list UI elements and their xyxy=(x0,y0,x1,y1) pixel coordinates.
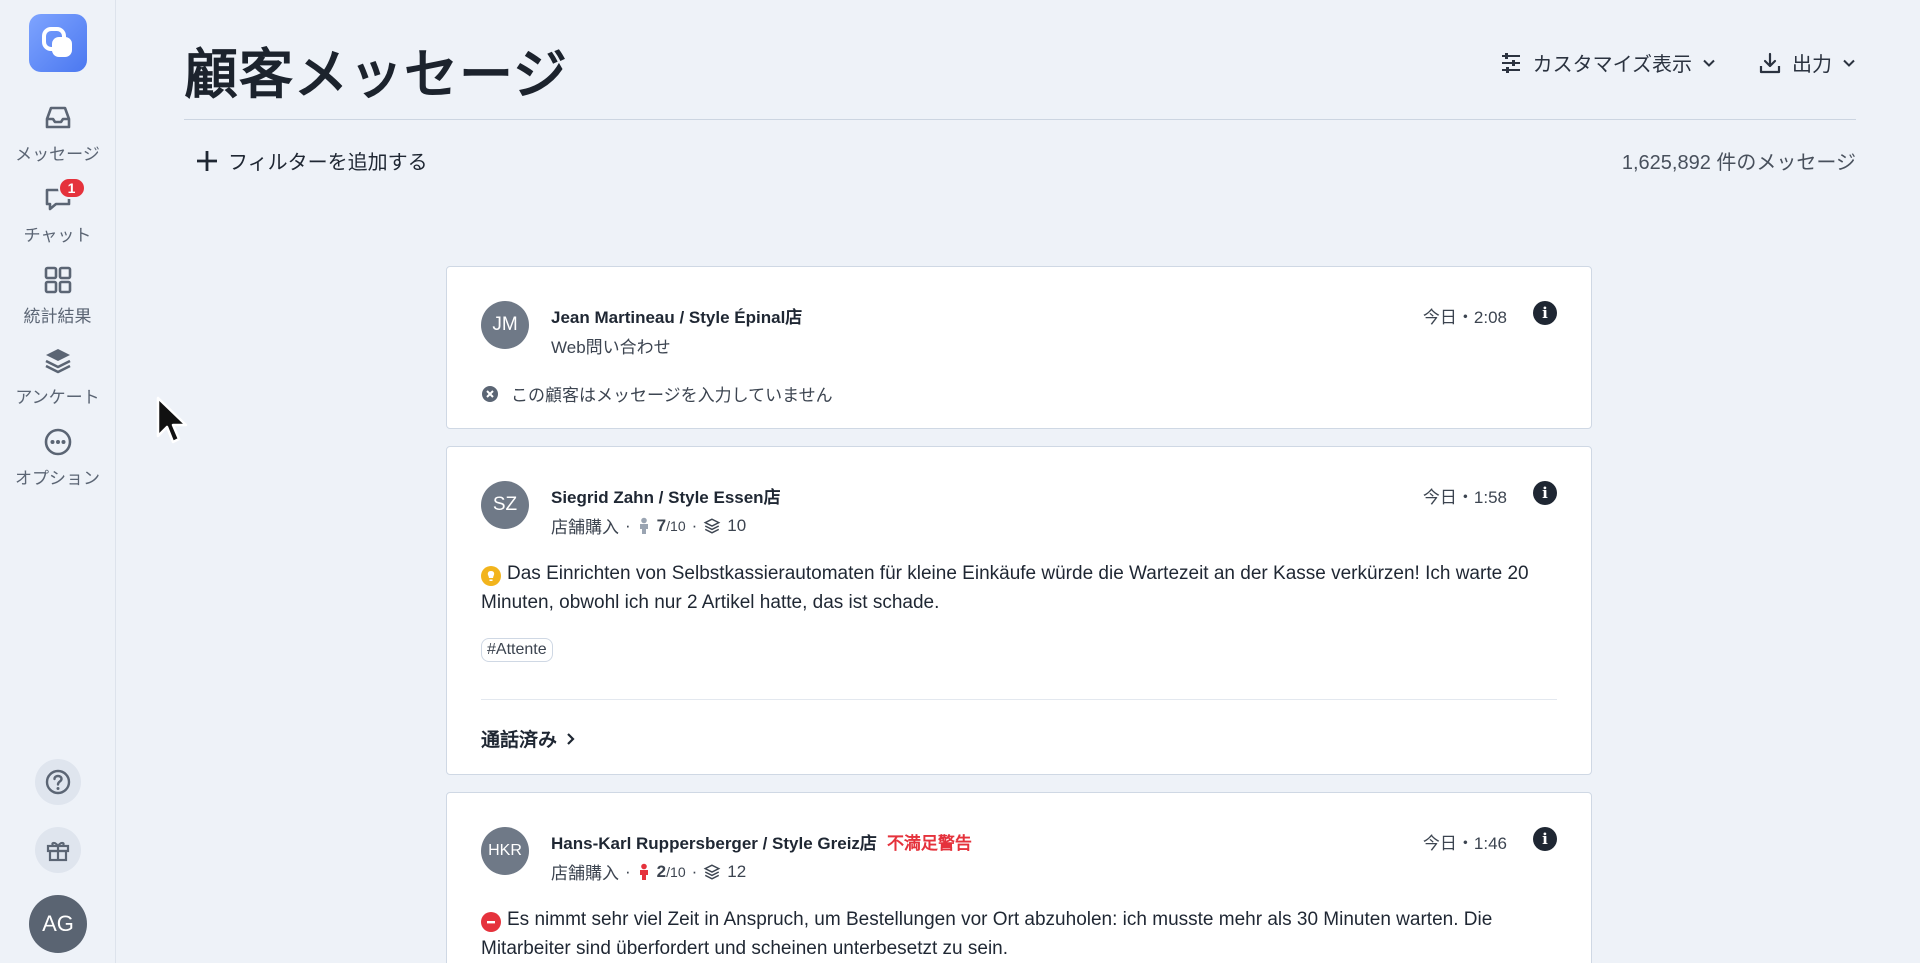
layers-icon xyxy=(703,517,721,534)
customize-view-label: カスタマイズ表示 xyxy=(1532,54,1692,76)
chevron-right-icon xyxy=(567,732,575,745)
customer-name: Jean Martineau / Style Épinal店 xyxy=(551,308,803,327)
customer-name: Hans-Karl Ruppersberger / Style Greiz店 xyxy=(551,834,877,853)
survey-count: 10 xyxy=(727,515,747,535)
sidebar-item-surveys[interactable]: アンケート xyxy=(0,335,116,416)
more-icon xyxy=(44,428,71,456)
message-body: Es nimmt sehr viel Zeit in Anspruch, um … xyxy=(481,905,1561,963)
channel-label: 店舗購入 · 7/10 · 10 xyxy=(551,513,746,538)
score-value: 7 xyxy=(656,515,667,535)
add-filter-button[interactable]: フィルターを追加する xyxy=(194,146,428,175)
customer-name-row: Hans-Karl Ruppersberger / Style Greiz店 不満… xyxy=(551,829,972,854)
person-icon xyxy=(639,863,648,880)
message-text: Das Einrichten von Selbstkassierautomate… xyxy=(481,563,1529,613)
sidebar-item-label: チャット xyxy=(23,226,92,245)
dissatisfaction-warning: 不満足警告 xyxy=(886,834,972,853)
customer-avatar: HKR xyxy=(481,827,529,875)
hashtag-chip[interactable]: #Attente xyxy=(481,638,553,662)
sidebar-item-messages[interactable]: メッセージ xyxy=(0,92,116,173)
customer-avatar: JM xyxy=(481,301,529,349)
close-circle-icon xyxy=(482,385,498,402)
sidebar-item-label: 統計結果 xyxy=(23,307,92,326)
user-avatar[interactable]: AG xyxy=(29,895,87,953)
message-card[interactable]: SZ Siegrid Zahn / Style Essen店 店舗購入 · 7/… xyxy=(446,446,1592,775)
help-button[interactable] xyxy=(35,759,81,805)
sidebar: メッセージ 1 チャット 統計結果 アンケート オプション AG xyxy=(0,0,116,963)
sidebar-item-label: アンケート xyxy=(15,388,100,407)
call-status-text: 通話済み xyxy=(481,730,558,751)
channel-text: 店舗購入 xyxy=(551,518,619,537)
message-time: 今日・1:58 xyxy=(1422,488,1507,507)
channel-text: 店舗購入 xyxy=(551,864,619,883)
message-time: 今日・2:08 xyxy=(1422,308,1507,327)
logo-icon xyxy=(41,27,72,57)
sidebar-item-label: メッセージ xyxy=(15,145,100,164)
message-time: 今日・1:46 xyxy=(1422,834,1507,853)
call-status-link[interactable]: 通話済み xyxy=(481,725,577,752)
export-button[interactable]: 出力 xyxy=(1758,48,1856,77)
message-text: Es nimmt sehr viel Zeit in Anspruch, um … xyxy=(481,909,1493,959)
plus-icon xyxy=(197,150,217,171)
info-icon[interactable]: i xyxy=(1533,481,1557,505)
chevron-down-icon xyxy=(1703,59,1715,67)
message-card[interactable]: HKR Hans-Karl Ruppersberger / Style Grei… xyxy=(446,792,1592,963)
customer-name: Siegrid Zahn / Style Essen店 xyxy=(551,488,781,507)
download-icon xyxy=(1759,52,1781,73)
add-filter-label: フィルターを追加する xyxy=(228,152,428,174)
info-icon[interactable]: i xyxy=(1533,301,1557,325)
customize-view-button[interactable]: カスタマイズ表示 xyxy=(1499,48,1716,77)
customer-avatar: SZ xyxy=(481,481,529,529)
layers-icon xyxy=(703,863,721,880)
layers-icon xyxy=(44,349,71,374)
notification-badge: 1 xyxy=(57,177,86,199)
sidebar-item-chat[interactable]: 1 チャット xyxy=(0,173,116,254)
minus-circle-icon xyxy=(481,912,501,932)
page-header: 顧客メッセージ カスタマイズ表示 出力 xyxy=(184,30,1856,120)
info-icon[interactable]: i xyxy=(1533,827,1557,851)
sidebar-item-label: オプション xyxy=(15,469,100,488)
message-body: Das Einrichten von Selbstkassierautomate… xyxy=(481,559,1561,617)
card-divider xyxy=(481,699,1557,700)
grid-icon xyxy=(44,266,71,294)
mouse-cursor-icon xyxy=(156,396,188,444)
score-max: /10 xyxy=(666,517,686,534)
sliders-icon xyxy=(1501,52,1520,73)
lightbulb-icon xyxy=(481,566,501,586)
no-message-notice: この顧客はメッセージを入力していません xyxy=(481,381,833,406)
chevron-down-icon xyxy=(1843,59,1855,67)
channel-text: Web問い合わせ xyxy=(551,338,671,357)
channel-label: 店舗購入 · 2/10 · 12 xyxy=(551,859,746,884)
sidebar-item-statistics[interactable]: 統計結果 xyxy=(0,254,116,335)
export-label: 出力 xyxy=(1792,54,1832,76)
survey-count: 12 xyxy=(727,861,747,881)
message-count: 1,625,892 件のメッセージ xyxy=(1621,152,1856,174)
person-icon xyxy=(639,517,648,534)
message-card[interactable]: JM Jean Martineau / Style Épinal店 Web問い合… xyxy=(446,266,1592,429)
help-icon xyxy=(45,769,71,795)
app-logo[interactable] xyxy=(28,14,87,72)
sidebar-item-options[interactable]: オプション xyxy=(0,416,116,497)
gift-button[interactable] xyxy=(35,827,81,873)
channel-label: Web問い合わせ xyxy=(551,333,671,358)
no-message-text: この顧客はメッセージを入力していません xyxy=(511,386,833,405)
score-value: 2 xyxy=(656,861,667,881)
score-max: /10 xyxy=(666,863,686,880)
inbox-icon xyxy=(45,106,70,129)
gift-icon xyxy=(46,841,70,862)
